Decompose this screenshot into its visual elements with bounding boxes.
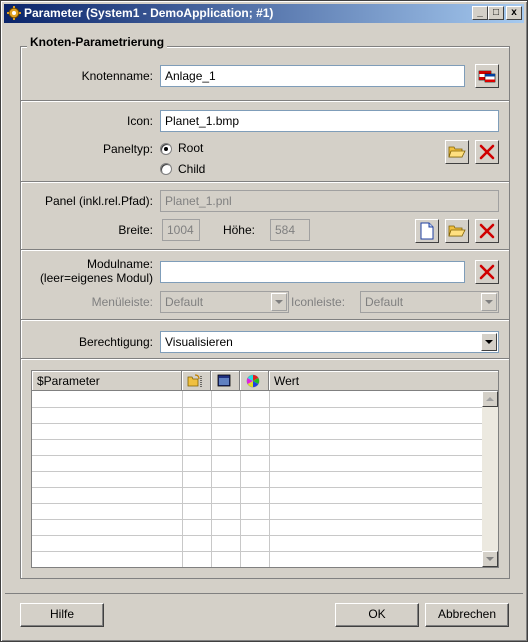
module-sublabel: (leer=eigenes Modul) xyxy=(39,271,153,285)
table-row[interactable] xyxy=(32,455,484,456)
table-row[interactable] xyxy=(32,423,484,424)
parameter-table[interactable]: $Parameter Wert xyxy=(31,370,499,568)
maximize-button[interactable]: □ xyxy=(488,6,504,20)
radio-child[interactable] xyxy=(160,163,172,175)
panel-clear-button[interactable] xyxy=(475,219,499,243)
permission-value: Visualisieren xyxy=(165,335,233,349)
icon-clear-button[interactable] xyxy=(475,140,499,164)
grid-line xyxy=(211,391,212,567)
chevron-down-icon xyxy=(481,293,497,311)
radio-root-label: Root xyxy=(178,141,204,155)
window-icon xyxy=(217,374,231,387)
icon-browse-button[interactable] xyxy=(445,140,469,164)
grid-line xyxy=(269,391,270,567)
dialog-window: Parameter (System1 - DemoApplication; #1… xyxy=(0,0,528,642)
radio-child-label: Child xyxy=(178,162,206,176)
help-button[interactable]: Hilfe xyxy=(20,603,104,627)
separator xyxy=(21,358,509,360)
cancel-button[interactable]: Abbrechen xyxy=(425,603,509,627)
table-row[interactable] xyxy=(32,519,484,520)
table-row[interactable] xyxy=(32,503,484,504)
icon-label: Icon: xyxy=(126,114,153,128)
radio-root[interactable] xyxy=(160,143,172,155)
column-header-folder[interactable] xyxy=(182,371,211,391)
folder-arrow-icon xyxy=(187,374,202,387)
title-bar[interactable]: Parameter (System1 - DemoApplication; #1… xyxy=(4,4,524,23)
table-row[interactable] xyxy=(32,439,484,440)
separator xyxy=(21,249,509,251)
column-header-parameter[interactable]: $Parameter xyxy=(32,371,182,391)
panel-label: Panel (inkl.rel.Pfad): xyxy=(44,194,153,208)
module-input[interactable] xyxy=(160,261,465,283)
grid-line xyxy=(240,391,241,567)
folder-open-icon xyxy=(448,146,466,158)
window-title: Parameter (System1 - DemoApplication; #1… xyxy=(24,6,274,20)
height-label: Höhe: xyxy=(222,223,255,237)
delete-icon xyxy=(479,223,495,239)
panel-browse-button[interactable] xyxy=(445,219,469,243)
height-input: 584 xyxy=(270,219,310,241)
separator xyxy=(21,100,509,102)
separator xyxy=(21,319,509,321)
table-row[interactable] xyxy=(32,551,484,552)
delete-icon xyxy=(479,144,495,160)
menubar-select: Default xyxy=(160,291,289,313)
new-file-icon xyxy=(420,222,434,240)
column-header-color[interactable] xyxy=(240,371,269,391)
module-clear-button[interactable] xyxy=(475,260,499,284)
width-input: 1004 xyxy=(162,219,200,241)
menubar-value: Default xyxy=(165,295,204,309)
node-name-label: Knotenname: xyxy=(81,69,153,83)
table-row[interactable] xyxy=(32,471,484,472)
scroll-up-button[interactable] xyxy=(482,391,498,407)
panel-new-button[interactable] xyxy=(415,219,439,243)
table-row[interactable] xyxy=(32,407,484,408)
chevron-down-icon xyxy=(271,293,287,311)
width-label: Breite: xyxy=(118,223,153,237)
minimize-button[interactable]: _ xyxy=(472,6,488,20)
iconbar-select: Default xyxy=(360,291,499,313)
node-name-input[interactable]: Anlage_1 xyxy=(160,65,465,87)
menubar-label: Menüleiste: xyxy=(91,295,153,309)
vertical-scrollbar[interactable] xyxy=(482,391,498,567)
chevron-down-icon[interactable] xyxy=(481,333,497,351)
ok-button[interactable]: OK xyxy=(335,603,419,627)
column-header-value[interactable]: Wert xyxy=(269,371,498,391)
folder-open-icon xyxy=(448,225,466,237)
panel-input: Planet_1.pnl xyxy=(160,190,499,212)
table-row[interactable] xyxy=(32,487,484,488)
permission-select[interactable]: Visualisieren xyxy=(160,331,499,353)
permission-label: Berechtigung: xyxy=(78,335,153,349)
module-label: Modulname: xyxy=(86,257,153,271)
icon-input[interactable]: Planet_1.bmp xyxy=(160,110,499,132)
color-icon xyxy=(246,374,260,388)
iconbar-label: Iconleiste: xyxy=(291,295,346,309)
table-row[interactable] xyxy=(32,535,484,536)
language-button[interactable] xyxy=(475,64,499,88)
delete-icon xyxy=(479,264,495,280)
gear-icon xyxy=(7,6,21,20)
close-button[interactable]: x xyxy=(506,6,522,20)
flag-icon xyxy=(478,70,496,83)
paneltype-label: Paneltyp: xyxy=(102,142,153,156)
iconbar-value: Default xyxy=(365,295,404,309)
scroll-down-button[interactable] xyxy=(482,551,498,567)
group-title: Knoten-Parametrierung xyxy=(27,35,168,49)
separator xyxy=(21,181,509,183)
column-header-window[interactable] xyxy=(211,371,240,391)
grid-line xyxy=(182,391,183,567)
